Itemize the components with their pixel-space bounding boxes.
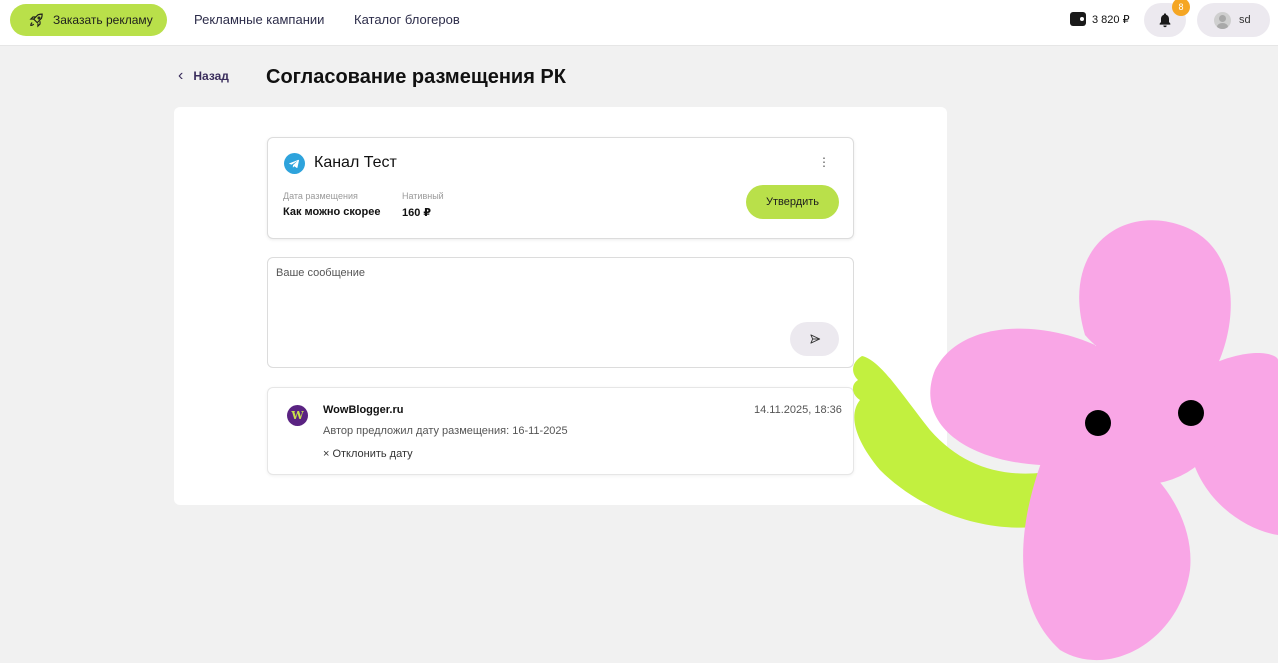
nav-blogger-catalog[interactable]: Каталог блогеров: [354, 12, 460, 27]
chevron-left-icon: ‹: [178, 67, 184, 84]
close-icon: ×: [323, 448, 330, 460]
notifications-count-badge: 8: [1172, 0, 1190, 16]
reject-date-label: Отклонить дату: [332, 448, 413, 460]
order-ad-button[interactable]: Заказать рекламу: [10, 4, 167, 36]
message-card: [267, 257, 854, 368]
bell-icon: [1159, 13, 1171, 28]
wallet-icon: [1070, 12, 1086, 26]
history-event-card: W WowBlogger.ru 14.11.2025, 18:36 Автор …: [267, 387, 854, 475]
order-ad-label: Заказать рекламу: [53, 13, 153, 27]
channel-name[interactable]: Канал Тест: [314, 154, 397, 172]
wallet-balance[interactable]: 3 820 ₽: [1070, 12, 1130, 26]
page-title: Согласование размещения РК: [266, 66, 566, 88]
event-author: WowBlogger.ru: [323, 404, 404, 416]
mascot-right-eye: [1178, 400, 1204, 426]
wowblogger-logo: W: [287, 405, 308, 426]
reject-date-button[interactable]: × Отклонить дату: [323, 448, 413, 460]
format-label: Нативный: [402, 191, 444, 201]
kebab-menu-icon[interactable]: ⋮: [818, 156, 830, 168]
mascot-flower: [930, 220, 1278, 661]
placement-date-label: Дата размещения: [283, 191, 358, 201]
placement-date-value: Как можно скорее: [283, 206, 381, 218]
price-value: 160 ₽: [402, 207, 432, 219]
channel-card: Канал Тест ⋮ Дата размещения Как можно с…: [267, 137, 854, 239]
mascot-left-eye: [1085, 410, 1111, 436]
telegram-icon: [284, 153, 305, 174]
event-text: Автор предложил дату размещения: 16-11-2…: [323, 425, 568, 437]
user-menu-button[interactable]: sd: [1197, 3, 1270, 37]
rocket-icon: [29, 13, 43, 28]
username: sd: [1239, 14, 1251, 26]
user-avatar-icon: [1214, 11, 1231, 29]
message-input[interactable]: [276, 267, 786, 327]
top-navigation-bar: Заказать рекламу Рекламные кампании Ката…: [0, 0, 1278, 46]
send-icon: [809, 334, 820, 344]
nav-ad-campaigns[interactable]: Рекламные кампании: [194, 12, 324, 27]
send-button[interactable]: [790, 322, 839, 356]
back-link[interactable]: ‹ Назад: [178, 67, 229, 85]
balance-value: 3 820 ₽: [1092, 13, 1130, 26]
event-timestamp: 14.11.2025, 18:36: [754, 404, 842, 416]
approve-button[interactable]: Утвердить: [746, 185, 839, 219]
back-label: Назад: [193, 69, 229, 83]
